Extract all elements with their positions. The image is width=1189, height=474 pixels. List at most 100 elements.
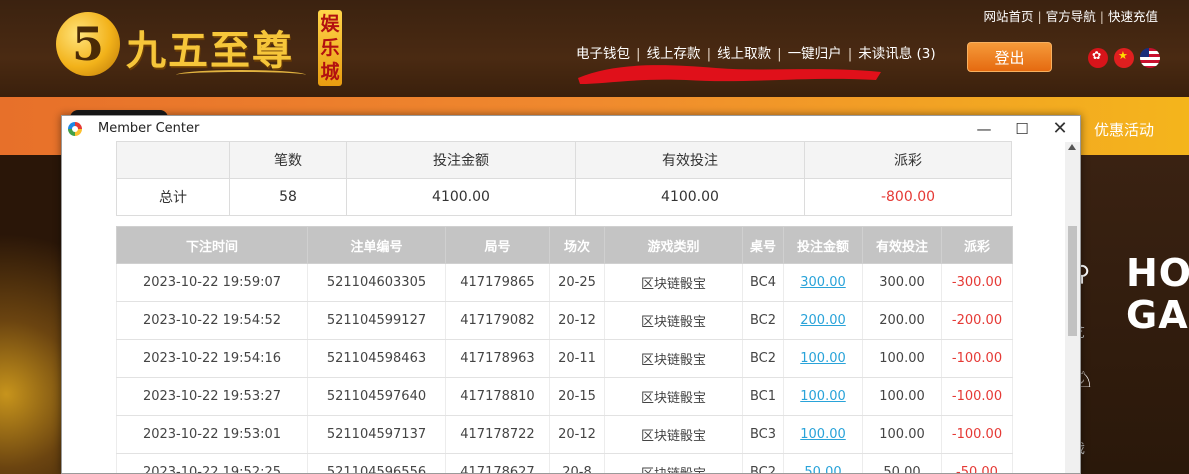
table-row: 2023-10-22 19:54:52 521104599127 4171790… bbox=[116, 301, 1013, 340]
bet-detail-table: 下注时间 注单编号 局号 场次 游戏类别 桌号 投注金额 有效投注 派彩 202… bbox=[116, 226, 1013, 473]
site-header: 5 九五至尊 娱乐城 网站首页 | 官方导航 | 快速充值 电子钱包 | 线上存款 | 线上取款… bbox=[0, 0, 1189, 97]
cell-session: 20-8 bbox=[549, 453, 605, 473]
cell-game-type: 区块链骰宝 bbox=[604, 415, 743, 454]
detail-header-row: 下注时间 注单编号 局号 场次 游戏类别 桌号 投注金额 有效投注 派彩 bbox=[116, 226, 1013, 264]
cell-table-no: BC4 bbox=[742, 263, 784, 302]
browser-app-icon bbox=[68, 122, 82, 136]
cell-bet-amount-link[interactable]: 100.00 bbox=[783, 339, 863, 378]
hk-flag-icon[interactable] bbox=[1088, 48, 1108, 68]
logo-emblem-icon: 5 bbox=[56, 12, 120, 76]
site-logo[interactable]: 5 九五至尊 娱乐城 bbox=[56, 8, 346, 88]
scroll-up-arrow-icon[interactable] bbox=[1068, 144, 1076, 150]
summary-header-bet: 投注金额 bbox=[346, 141, 576, 179]
cell-valid-bet: 50.00 bbox=[862, 453, 942, 473]
cell-valid-bet: 100.00 bbox=[862, 377, 942, 416]
cell-round-id: 417178963 bbox=[445, 339, 550, 378]
cell-payout: -200.00 bbox=[941, 301, 1013, 340]
col-valid-bet[interactable]: 有效投注 bbox=[862, 226, 942, 264]
close-button[interactable]: ✕ bbox=[1040, 118, 1080, 140]
summary-header-count: 笔数 bbox=[229, 141, 347, 179]
cell-order-id: 521104597137 bbox=[307, 415, 446, 454]
nav-promotions[interactable]: 优惠活动 bbox=[1094, 119, 1154, 140]
logo-badge: 娱乐城 bbox=[318, 10, 342, 86]
scrollbar-thumb[interactable] bbox=[1068, 226, 1077, 336]
cell-bet-amount-link[interactable]: 100.00 bbox=[783, 377, 863, 416]
cell-payout: -100.00 bbox=[941, 415, 1013, 454]
col-game-type[interactable]: 游戏类别 bbox=[604, 226, 743, 264]
col-round-id[interactable]: 局号 bbox=[445, 226, 550, 264]
summary-header-row: 笔数 投注金额 有效投注 派彩 bbox=[116, 141, 1012, 179]
link-home[interactable]: 网站首页 bbox=[984, 9, 1034, 24]
cell-round-id: 417179082 bbox=[445, 301, 550, 340]
window-titlebar[interactable]: Member Center — ☐ ✕ bbox=[62, 116, 1080, 142]
top-links: 网站首页 | 官方导航 | 快速充值 bbox=[984, 6, 1158, 25]
us-flag-icon[interactable] bbox=[1140, 48, 1160, 68]
link-quick-recharge[interactable]: 快速充值 bbox=[1108, 9, 1158, 24]
summary-total-label: 总计 bbox=[116, 178, 230, 216]
hot-games-line: GAM bbox=[1126, 293, 1189, 337]
cell-valid-bet: 100.00 bbox=[862, 339, 942, 378]
col-payout[interactable]: 派彩 bbox=[941, 226, 1013, 264]
cell-order-id: 521104599127 bbox=[307, 301, 446, 340]
cell-payout: -50.00 bbox=[941, 453, 1013, 473]
separator: | bbox=[1099, 9, 1104, 24]
cell-order-id: 521104603305 bbox=[307, 263, 446, 302]
cell-order-id: 521104596556 bbox=[307, 453, 446, 473]
link-official-nav[interactable]: 官方导航 bbox=[1046, 9, 1096, 24]
maximize-button[interactable]: ☐ bbox=[1002, 118, 1042, 140]
cell-valid-bet: 200.00 bbox=[862, 301, 942, 340]
vertical-scrollbar[interactable] bbox=[1065, 142, 1080, 473]
col-table-no[interactable]: 桌号 bbox=[742, 226, 784, 264]
cell-valid-bet: 100.00 bbox=[862, 415, 942, 454]
cell-bet-time: 2023-10-22 19:59:07 bbox=[116, 263, 308, 302]
cell-table-no: BC2 bbox=[742, 453, 784, 473]
cell-game-type: 区块链骰宝 bbox=[604, 339, 743, 378]
cell-table-no: BC3 bbox=[742, 415, 784, 454]
cell-payout: -100.00 bbox=[941, 377, 1013, 416]
cell-payout: -100.00 bbox=[941, 339, 1013, 378]
cell-bet-amount-link[interactable]: 50.00 bbox=[783, 453, 863, 473]
cell-game-type: 区块链骰宝 bbox=[604, 453, 743, 473]
summary-header-empty bbox=[116, 141, 230, 179]
summary-table: 笔数 投注金额 有效投注 派彩 总计 58 4100.00 4100.00 -8… bbox=[116, 141, 1012, 216]
cell-round-id: 417179865 bbox=[445, 263, 550, 302]
cell-session: 20-25 bbox=[549, 263, 605, 302]
cell-bet-amount-link[interactable]: 100.00 bbox=[783, 415, 863, 454]
summary-total-valid: 4100.00 bbox=[575, 178, 805, 216]
minimize-button[interactable]: — bbox=[964, 118, 1004, 140]
summary-total-payout: -800.00 bbox=[804, 178, 1012, 216]
member-center-window: Member Center — ☐ ✕ 笔数 投注金额 有效投注 派彩 总计 5… bbox=[61, 115, 1081, 474]
cell-session: 20-15 bbox=[549, 377, 605, 416]
summary-total-count: 58 bbox=[229, 178, 347, 216]
table-row: 2023-10-22 19:54:16 521104598463 4171789… bbox=[116, 339, 1013, 378]
col-session[interactable]: 场次 bbox=[549, 226, 605, 264]
table-row: 2023-10-22 19:53:01 521104597137 4171787… bbox=[116, 415, 1013, 454]
cell-table-no: BC2 bbox=[742, 301, 784, 340]
redaction-scribble bbox=[578, 65, 881, 84]
cell-game-type: 区块链骰宝 bbox=[604, 377, 743, 416]
col-bet-amount[interactable]: 投注金额 bbox=[783, 226, 863, 264]
col-bet-time[interactable]: 下注时间 bbox=[116, 226, 308, 264]
cell-round-id: 417178627 bbox=[445, 453, 550, 473]
cell-order-id: 521104598463 bbox=[307, 339, 446, 378]
cell-bet-time: 2023-10-22 19:54:52 bbox=[116, 301, 308, 340]
cell-valid-bet: 300.00 bbox=[862, 263, 942, 302]
logout-button[interactable]: 登出 bbox=[967, 42, 1052, 72]
background-art-left bbox=[0, 155, 62, 474]
col-order-id[interactable]: 注单编号 bbox=[307, 226, 446, 264]
separator: | bbox=[1037, 9, 1042, 24]
summary-header-payout: 派彩 bbox=[804, 141, 1012, 179]
table-row: 2023-10-22 19:53:27 521104597640 4171788… bbox=[116, 377, 1013, 416]
hot-games-banner[interactable]: HOT GAM bbox=[1126, 252, 1189, 336]
cell-table-no: BC2 bbox=[742, 339, 784, 378]
window-title: Member Center bbox=[98, 121, 200, 136]
cell-bet-time: 2023-10-22 19:54:16 bbox=[116, 339, 308, 378]
cell-order-id: 521104597640 bbox=[307, 377, 446, 416]
cell-session: 20-11 bbox=[549, 339, 605, 378]
cell-bet-amount-link[interactable]: 200.00 bbox=[783, 301, 863, 340]
cell-bet-amount-link[interactable]: 300.00 bbox=[783, 263, 863, 302]
cell-round-id: 417178810 bbox=[445, 377, 550, 416]
cn-flag-icon[interactable] bbox=[1114, 48, 1134, 68]
summary-total-row: 总计 58 4100.00 4100.00 -800.00 bbox=[116, 178, 1012, 216]
cell-game-type: 区块链骰宝 bbox=[604, 263, 743, 302]
